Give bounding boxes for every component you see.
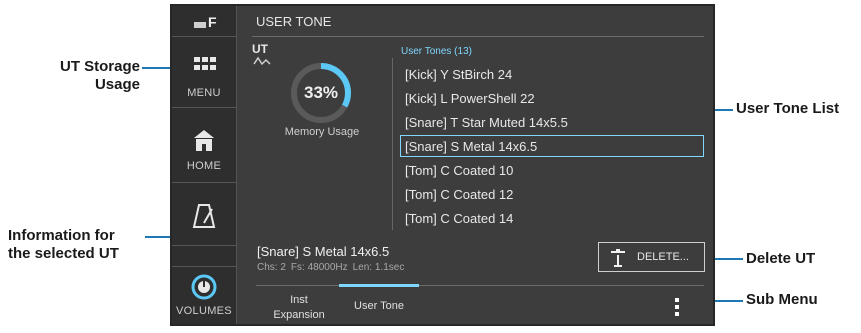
tabs-divider (256, 285, 704, 286)
memory-percent: 33% (303, 83, 339, 102)
menu-grid-icon (194, 57, 216, 70)
screen-title: USER TONE (256, 14, 332, 29)
metronome-icon (192, 204, 216, 228)
home-icon (194, 130, 214, 151)
active-tab-indicator (339, 284, 419, 287)
tone-list-item[interactable]: [Tom] C Coated 12 (405, 184, 513, 206)
sidebar: F MENU HOME VOLUMES (172, 6, 237, 324)
selected-tone-name: [Snare] S Metal 14x6.5 (257, 244, 390, 259)
callout-selected-info: Information for the selected UT (8, 227, 119, 262)
device-screen: F MENU HOME VOLUMES USER TONE UT 33% Mem… (170, 4, 715, 326)
tone-list-item[interactable]: [Tom] C Coated 10 (405, 160, 513, 182)
tab-inst-expansion[interactable]: Inst Expansion (264, 293, 334, 323)
trash-icon (611, 249, 625, 267)
sub-menu-button[interactable] (675, 298, 679, 319)
selected-sample-rate: Fs: 48000Hz (290, 262, 348, 273)
callout-ut-storage-usage: UT Storage Usage (59, 58, 140, 93)
kit-f-icon: F (194, 14, 217, 30)
tone-list-item-selected[interactable]: [Snare] S Metal 14x6.5 (400, 135, 704, 157)
delete-button[interactable]: DELETE... (598, 242, 705, 272)
tone-list-item[interactable]: [Kick] L PowerShell 22 (405, 88, 535, 110)
sidebar-label-volumes: VOLUMES (176, 305, 232, 317)
tone-list-item[interactable]: [Kick] Y StBirch 24 (405, 64, 512, 86)
sidebar-label-menu: MENU (187, 87, 221, 99)
callout-user-tone-list: User Tone List (736, 100, 840, 117)
kit-indicator: F (172, 6, 236, 37)
title-divider (252, 36, 704, 37)
selected-tone-info: Chs: 2 Fs: 48000Hz Len: 1.1sec (257, 262, 409, 273)
selected-length: Len: 1.1sec (352, 262, 405, 273)
ut-wave-icon (253, 56, 271, 66)
sidebar-label-home: HOME (186, 160, 222, 172)
list-divider (392, 58, 393, 230)
sidebar-item-metronome[interactable] (172, 183, 236, 246)
selected-channels: Chs: 2 (257, 262, 286, 273)
sidebar-item-menu[interactable]: MENU (172, 37, 236, 108)
user-tones-title: User Tones (13) (401, 46, 472, 57)
delete-button-label: DELETE... (637, 251, 689, 263)
svg-text:F: F (208, 14, 217, 30)
memory-usage-caption: Memory Usage (284, 126, 360, 138)
tab-user-tone[interactable]: User Tone (339, 300, 419, 312)
sidebar-item-volumes[interactable]: VOLUMES (172, 266, 236, 325)
sidebar-item-home[interactable]: HOME (172, 108, 236, 183)
volume-knob-icon (191, 274, 217, 300)
tone-list-item[interactable]: [Tom] C Coated 14 (405, 208, 513, 230)
callout-sub-menu: Sub Menu (746, 291, 818, 308)
callout-delete-ut: Delete UT (746, 250, 816, 267)
tone-list-item[interactable]: [Snare] T Star Muted 14x5.5 (405, 112, 568, 134)
